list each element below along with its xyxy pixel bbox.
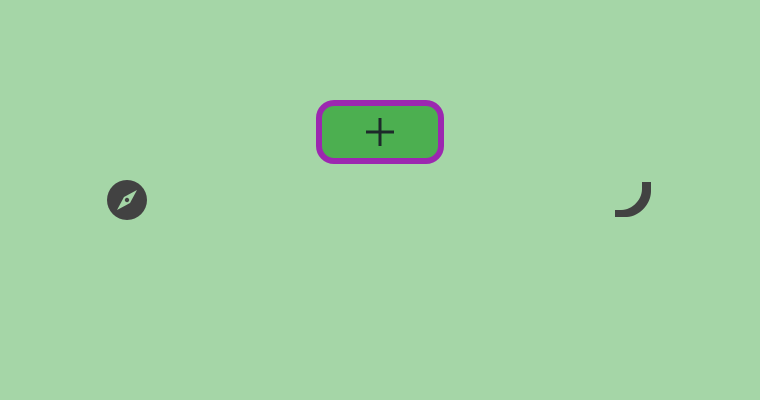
- plus-icon: [366, 118, 394, 146]
- compass-button[interactable]: [106, 179, 148, 221]
- screen: [0, 0, 760, 400]
- add-button[interactable]: [316, 100, 444, 164]
- compass-icon: [107, 180, 147, 220]
- phone-button[interactable]: [612, 178, 654, 220]
- phone-icon: [615, 182, 651, 217]
